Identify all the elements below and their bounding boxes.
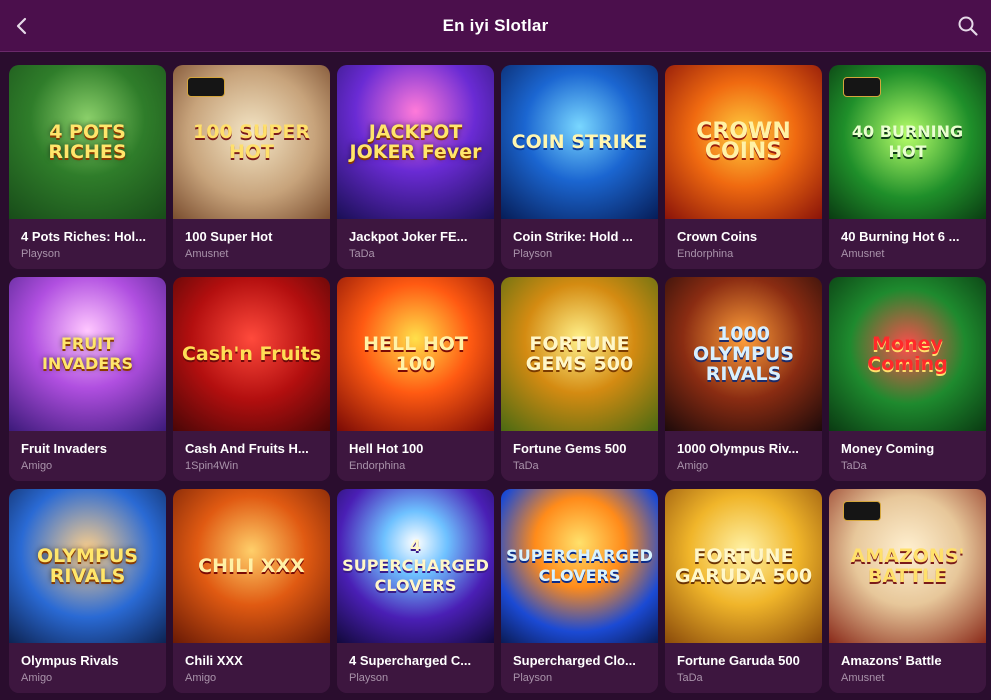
game-provider: Endorphina — [677, 248, 734, 260]
game-name: Crown Coins — [677, 229, 758, 244]
game-provider: Playson — [513, 672, 553, 684]
search-button[interactable] — [955, 12, 981, 40]
game-name: Fruit Invaders — [21, 441, 107, 456]
game-thumbnail: 40 BURNING HOT — [829, 65, 986, 219]
game-card[interactable]: AMAZONS' BATTLE Amazons' Battle Amusnet — [829, 489, 986, 693]
game-card[interactable]: 100 SUPER HOT 100 Super Hot Amusnet — [173, 65, 330, 269]
game-card[interactable]: 40 BURNING HOT 40 Burning Hot 6 ... Amus… — [829, 65, 986, 269]
game-thumbnail: 100 SUPER HOT — [173, 65, 330, 219]
game-name: Coin Strike: Hold ... — [513, 229, 633, 244]
game-thumbnail: FRUIT INVADERS — [9, 277, 166, 431]
game-provider: Amigo — [21, 460, 53, 472]
game-info: Fruit Invaders Amigo — [9, 431, 166, 481]
game-name: Supercharged Clo... — [513, 653, 636, 668]
game-info: Olympus Rivals Amigo — [9, 643, 166, 693]
game-info: Crown Coins Endorphina — [665, 219, 822, 269]
jackpot-cards-badge — [843, 77, 881, 97]
game-name: Olympus Rivals — [21, 653, 119, 668]
game-info: 100 Super Hot Amusnet — [173, 219, 330, 269]
game-card[interactable]: FORTUNE GEMS 500 Fortune Gems 500 TaDa — [501, 277, 658, 481]
game-info: Amazons' Battle Amusnet — [829, 643, 986, 693]
game-card[interactable]: CROWN COINS Crown Coins Endorphina — [665, 65, 822, 269]
game-name: Hell Hot 100 — [349, 441, 424, 456]
game-provider: 1Spin4Win — [185, 460, 239, 472]
game-thumbnail: CROWN COINS — [665, 65, 822, 219]
game-provider: Playson — [21, 248, 61, 260]
game-thumbnail: Cash'n Fruits — [173, 277, 330, 431]
game-card[interactable]: 4 SUPERCHARGED CLOVERS 4 Supercharged C.… — [337, 489, 494, 693]
game-info: Money Coming TaDa — [829, 431, 986, 481]
jackpot-cards-badge — [843, 501, 881, 521]
game-provider: Amusnet — [185, 248, 229, 260]
game-name: 1000 Olympus Riv... — [677, 441, 799, 456]
game-info: 40 Burning Hot 6 ... Amusnet — [829, 219, 986, 269]
game-card[interactable]: CHILI XXX Chili XXX Amigo — [173, 489, 330, 693]
game-thumbnail: FORTUNE GARUDA 500 — [665, 489, 822, 643]
game-thumbnail: COIN STRIKE — [501, 65, 658, 219]
game-name: Fortune Gems 500 — [513, 441, 627, 456]
game-thumbnail: Money Coming — [829, 277, 986, 431]
game-provider: TaDa — [841, 460, 867, 472]
jackpot-cards-badge — [187, 77, 225, 97]
game-card[interactable]: FRUIT INVADERS Fruit Invaders Amigo — [9, 277, 166, 481]
game-provider: Playson — [349, 672, 389, 684]
game-info: 1000 Olympus Riv... Amigo — [665, 431, 822, 481]
game-name: 4 Pots Riches: Hol... — [21, 229, 146, 244]
game-info: 4 Pots Riches: Hol... Playson — [9, 219, 166, 269]
game-name: Chili XXX — [185, 653, 243, 668]
game-card[interactable]: OLYMPUS RIVALS Olympus Rivals Amigo — [9, 489, 166, 693]
game-provider: TaDa — [349, 248, 375, 260]
game-thumbnail: OLYMPUS RIVALS — [9, 489, 166, 643]
game-provider: Amigo — [677, 460, 709, 472]
game-provider: TaDa — [513, 460, 539, 472]
game-thumbnail: 1000 OLYMPUS RIVALS — [665, 277, 822, 431]
game-card[interactable]: Cash'n Fruits Cash And Fruits H... 1Spin… — [173, 277, 330, 481]
game-thumbnail: SUPERCHARGED CLOVERS — [501, 489, 658, 643]
game-card[interactable]: FORTUNE GARUDA 500 Fortune Garuda 500 Ta… — [665, 489, 822, 693]
game-thumbnail: CHILI XXX — [173, 489, 330, 643]
game-provider: TaDa — [677, 672, 703, 684]
game-provider: Endorphina — [349, 460, 406, 472]
game-provider: Amusnet — [841, 248, 885, 260]
game-info: Jackpot Joker FE... TaDa — [337, 219, 494, 269]
search-icon — [958, 16, 978, 36]
game-card[interactable]: JACKPOT JOKER Fever Jackpot Joker FE... … — [337, 65, 494, 269]
game-thumbnail: JACKPOT JOKER Fever — [337, 65, 494, 219]
game-card[interactable]: 1000 OLYMPUS RIVALS 1000 Olympus Riv... … — [665, 277, 822, 481]
game-info: Cash And Fruits H... 1Spin4Win — [173, 431, 330, 481]
game-name: Cash And Fruits H... — [185, 441, 309, 456]
game-info: Chili XXX Amigo — [173, 643, 330, 693]
game-info: Hell Hot 100 Endorphina — [337, 431, 494, 481]
game-card[interactable]: COIN STRIKE Coin Strike: Hold ... Playso… — [501, 65, 658, 269]
game-name: Jackpot Joker FE... — [349, 229, 468, 244]
game-provider: Amigo — [185, 672, 217, 684]
game-thumbnail: AMAZONS' BATTLE — [829, 489, 986, 643]
game-name: 40 Burning Hot 6 ... — [841, 229, 960, 244]
game-name: Money Coming — [841, 441, 935, 456]
game-card[interactable]: SUPERCHARGED CLOVERS Supercharged Clo...… — [501, 489, 658, 693]
game-thumbnail: 4 POTS RICHES — [9, 65, 166, 219]
game-name: 4 Supercharged C... — [349, 653, 472, 668]
chevron-left-icon — [16, 17, 27, 35]
game-thumbnail: HELL HOT 100 — [337, 277, 494, 431]
game-provider: Amigo — [21, 672, 53, 684]
game-info: 4 Supercharged C... Playson — [337, 643, 494, 693]
game-info: Coin Strike: Hold ... Playson — [501, 219, 658, 269]
page-title: En iyi Slotlar — [442, 15, 549, 35]
game-provider: Amusnet — [841, 672, 885, 684]
game-thumbnail: 4 SUPERCHARGED CLOVERS — [337, 489, 494, 643]
game-card[interactable]: 4 POTS RICHES 4 Pots Riches: Hol... Play… — [9, 65, 166, 269]
game-card[interactable]: HELL HOT 100 Hell Hot 100 Endorphina — [337, 277, 494, 481]
game-card[interactable]: Money Coming Money Coming TaDa — [829, 277, 986, 481]
game-info: Fortune Gems 500 TaDa — [501, 431, 658, 481]
top-bar: En iyi Slotlar — [0, 0, 991, 52]
game-name: 100 Super Hot — [185, 229, 273, 244]
game-info: Supercharged Clo... Playson — [501, 643, 658, 693]
game-provider: Playson — [513, 248, 553, 260]
game-name: Amazons' Battle — [841, 653, 942, 668]
game-name: Fortune Garuda 500 — [677, 653, 800, 668]
back-button[interactable] — [10, 12, 34, 40]
game-info: Fortune Garuda 500 TaDa — [665, 643, 822, 693]
game-thumbnail: FORTUNE GEMS 500 — [501, 277, 658, 431]
